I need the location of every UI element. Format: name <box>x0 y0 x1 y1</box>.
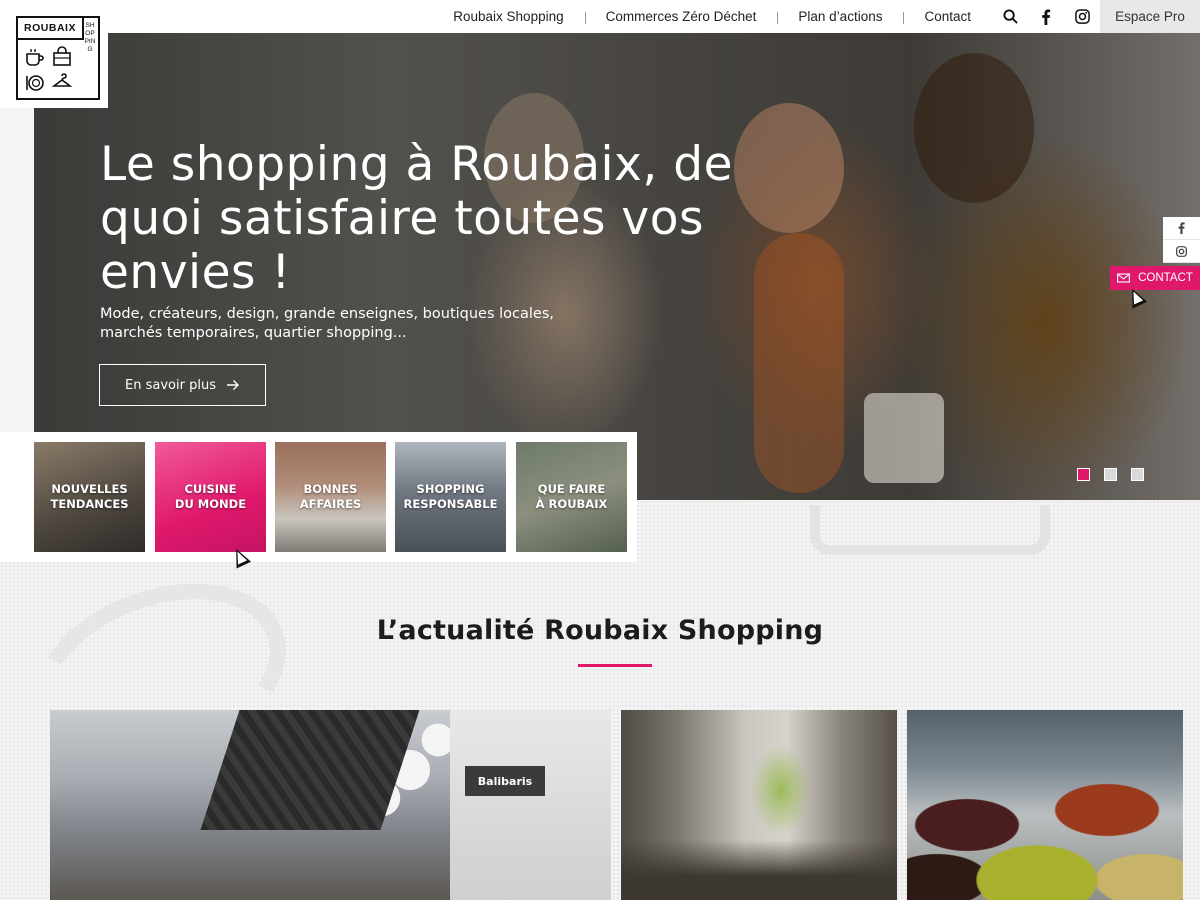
nav-commerces-zero-dechet[interactable]: Commerces Zéro Déchet <box>584 9 778 24</box>
logo-word: ROUBAIX <box>18 18 84 40</box>
tile-bonnes-affaires[interactable]: BONNES AFFAIRES <box>275 442 386 552</box>
tile-label: SHOPPING RESPONSABLE <box>403 482 498 511</box>
slider-dots <box>1077 468 1144 481</box>
decorative-shape <box>810 505 1050 555</box>
news-section-title: L’actualité Roubaix Shopping <box>376 615 824 646</box>
tile-label: QUE FAIRE À ROUBAIX <box>535 482 608 511</box>
shop-sign: Balibaris <box>465 766 545 796</box>
tile-nouvelles-tendances[interactable]: NOUVELLES TENDANCES <box>34 442 145 552</box>
side-facebook-icon[interactable] <box>1163 217 1200 240</box>
top-bar: Roubaix Shopping Commerces Zéro Déchet P… <box>0 0 1200 33</box>
slide-dot[interactable] <box>1077 468 1090 481</box>
news-card[interactable] <box>621 710 897 900</box>
main-nav: Roubaix Shopping Commerces Zéro Déchet P… <box>432 0 1100 33</box>
tile-label: CUISINE DU MONDE <box>174 482 247 511</box>
news-photo-detail <box>621 840 897 900</box>
search-icon[interactable] <box>992 0 1028 33</box>
slide-dot[interactable] <box>1131 468 1144 481</box>
logo-icons <box>24 46 76 94</box>
nav-contact[interactable]: Contact <box>903 9 992 24</box>
news-card[interactable]: Balibaris <box>50 710 611 900</box>
cup-icon <box>26 49 44 66</box>
side-contact-button[interactable]: CONTACT <box>1110 266 1200 290</box>
hero-subtitle: Mode, créateurs, design, grande enseigne… <box>100 306 555 341</box>
logo-frame: ROUBAIX SHOPPING <box>16 16 100 100</box>
espace-pro-button[interactable]: Espace Pro <box>1100 0 1200 33</box>
site-logo[interactable]: ROUBAIX SHOPPING <box>0 0 108 108</box>
learn-more-label: En savoir plus <box>125 377 216 393</box>
logo-vertical-text: SHOPPING <box>84 22 96 53</box>
side-contact-label: CONTACT <box>1138 272 1193 284</box>
learn-more-button[interactable]: En savoir plus <box>99 364 266 406</box>
tile-que-faire-a-roubaix[interactable]: QUE FAIRE À ROUBAIX <box>516 442 627 552</box>
tile-cuisine-du-monde[interactable]: CUISINE DU MONDE <box>155 442 266 552</box>
hanger-icon <box>51 73 73 87</box>
news-card[interactable] <box>907 710 1183 900</box>
nav-plan-actions[interactable]: Plan d’actions <box>777 9 903 24</box>
arrow-right-icon <box>226 380 239 390</box>
hero-title: Le shopping à Roubaix, de quoi satisfair… <box>100 137 734 300</box>
instagram-icon[interactable] <box>1064 0 1100 33</box>
category-tiles: NOUVELLES TENDANCES CUISINE DU MONDE BON… <box>0 432 637 562</box>
tile-shopping-responsable[interactable]: SHOPPING RESPONSABLE <box>395 442 506 552</box>
news-photo-detail <box>450 710 611 900</box>
slide-dot[interactable] <box>1104 468 1117 481</box>
title-underline <box>578 664 652 667</box>
news-photo-detail <box>200 710 420 830</box>
tile-label: BONNES AFFAIRES <box>299 482 362 511</box>
mail-icon <box>1117 273 1131 283</box>
shopping-bag-icon <box>53 46 71 66</box>
plate-icon <box>26 75 44 91</box>
nav-roubaix-shopping[interactable]: Roubaix Shopping <box>432 9 584 24</box>
facebook-icon[interactable] <box>1028 0 1064 33</box>
tile-label: NOUVELLES TENDANCES <box>50 482 129 511</box>
side-social-bar <box>1163 217 1200 263</box>
side-instagram-icon[interactable] <box>1163 240 1200 263</box>
hero-banner: Le shopping à Roubaix, de quoi satisfair… <box>34 33 1200 500</box>
